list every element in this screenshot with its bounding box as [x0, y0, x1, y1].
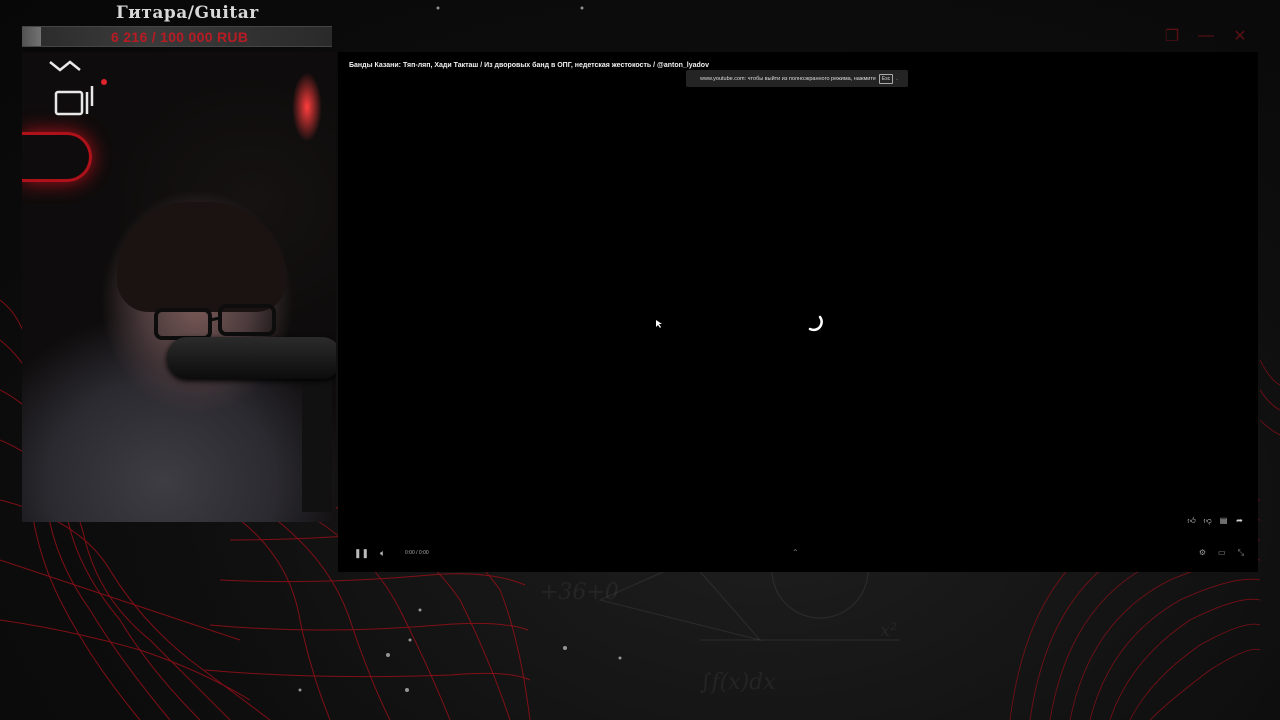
fullscreen-toast-text: www.youtube.com: чтобы выйти из полноэкр… [700, 75, 876, 82]
pause-icon[interactable]: ❚❚ [354, 548, 369, 559]
volume-icon[interactable]: 🔈︎ [380, 548, 385, 559]
rgb-light-decoration [22, 132, 92, 182]
fullscreen-exit-toast: www.youtube.com: чтобы выйти из полноэкр… [686, 70, 908, 87]
window-controls: ❐ — ✕ [1162, 26, 1250, 46]
chair-logo-icon [49, 60, 107, 116]
close-icon[interactable]: ✕ [1230, 26, 1250, 46]
minimize-icon[interactable]: — [1196, 27, 1216, 45]
loading-spinner-icon [808, 315, 823, 332]
goal-progress-fill [22, 27, 42, 46]
miniplayer-icon[interactable]: ▭ [1218, 548, 1226, 558]
streamer-hair [117, 202, 287, 312]
video-player[interactable]: Банды Казани: Тяп-ляп, Хади Такташ / Из … [338, 52, 1258, 572]
comment-icon[interactable]: ▤ [1219, 516, 1228, 525]
chevron-up-icon[interactable]: ⌃ [792, 548, 799, 557]
dislike-icon[interactable]: 👎︎ [1203, 516, 1212, 525]
esc-key-hint: Esc [878, 73, 894, 84]
goal-amount: 6 216 / 100 000 RUB [111, 29, 249, 45]
like-icon[interactable]: 👍︎ [1187, 516, 1196, 525]
webcam-feed [22, 52, 336, 522]
goal-progress-bar: 6 216 / 100 000 RUB [22, 26, 332, 47]
share-icon[interactable]: ➦ [1235, 516, 1244, 525]
microphone [167, 337, 336, 379]
goal-title: Гитара/Guitar [116, 3, 259, 23]
player-controls-right: ⚙ ▭ ⤡ [1199, 548, 1244, 558]
fullscreen-toast-after: . [896, 75, 898, 82]
restore-icon[interactable]: ❐ [1162, 26, 1182, 46]
video-actions: 👍︎ 👎︎ ▤ ➦ [1187, 516, 1244, 525]
player-controls: ❚❚ 🔈︎ 0:00 / 0:00 ⌃ ⚙ ▭ ⤡ [338, 548, 1258, 562]
glasses-shape [154, 304, 276, 340]
donation-goal-widget: Гитара/Guitar 6 216 / 100 000 RUB [22, 0, 332, 50]
exit-fullscreen-icon[interactable]: ⤡ [1238, 548, 1244, 558]
video-title[interactable]: Банды Казани: Тяп-ляп, Хади Такташ / Из … [349, 62, 709, 69]
settings-icon[interactable]: ⚙ [1199, 548, 1206, 558]
red-lamp-glow [292, 72, 322, 142]
time-display: 0:00 / 0:00 [405, 550, 429, 556]
mouse-cursor-icon [656, 320, 662, 328]
